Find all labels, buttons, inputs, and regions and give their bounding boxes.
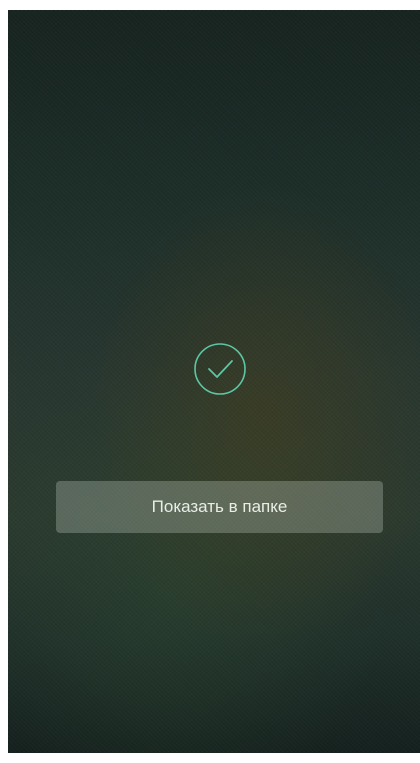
download-complete-screen: Показать в папке bbox=[8, 10, 420, 753]
show-in-folder-button[interactable]: Показать в папке bbox=[56, 481, 383, 533]
check-circle-icon bbox=[193, 342, 247, 396]
